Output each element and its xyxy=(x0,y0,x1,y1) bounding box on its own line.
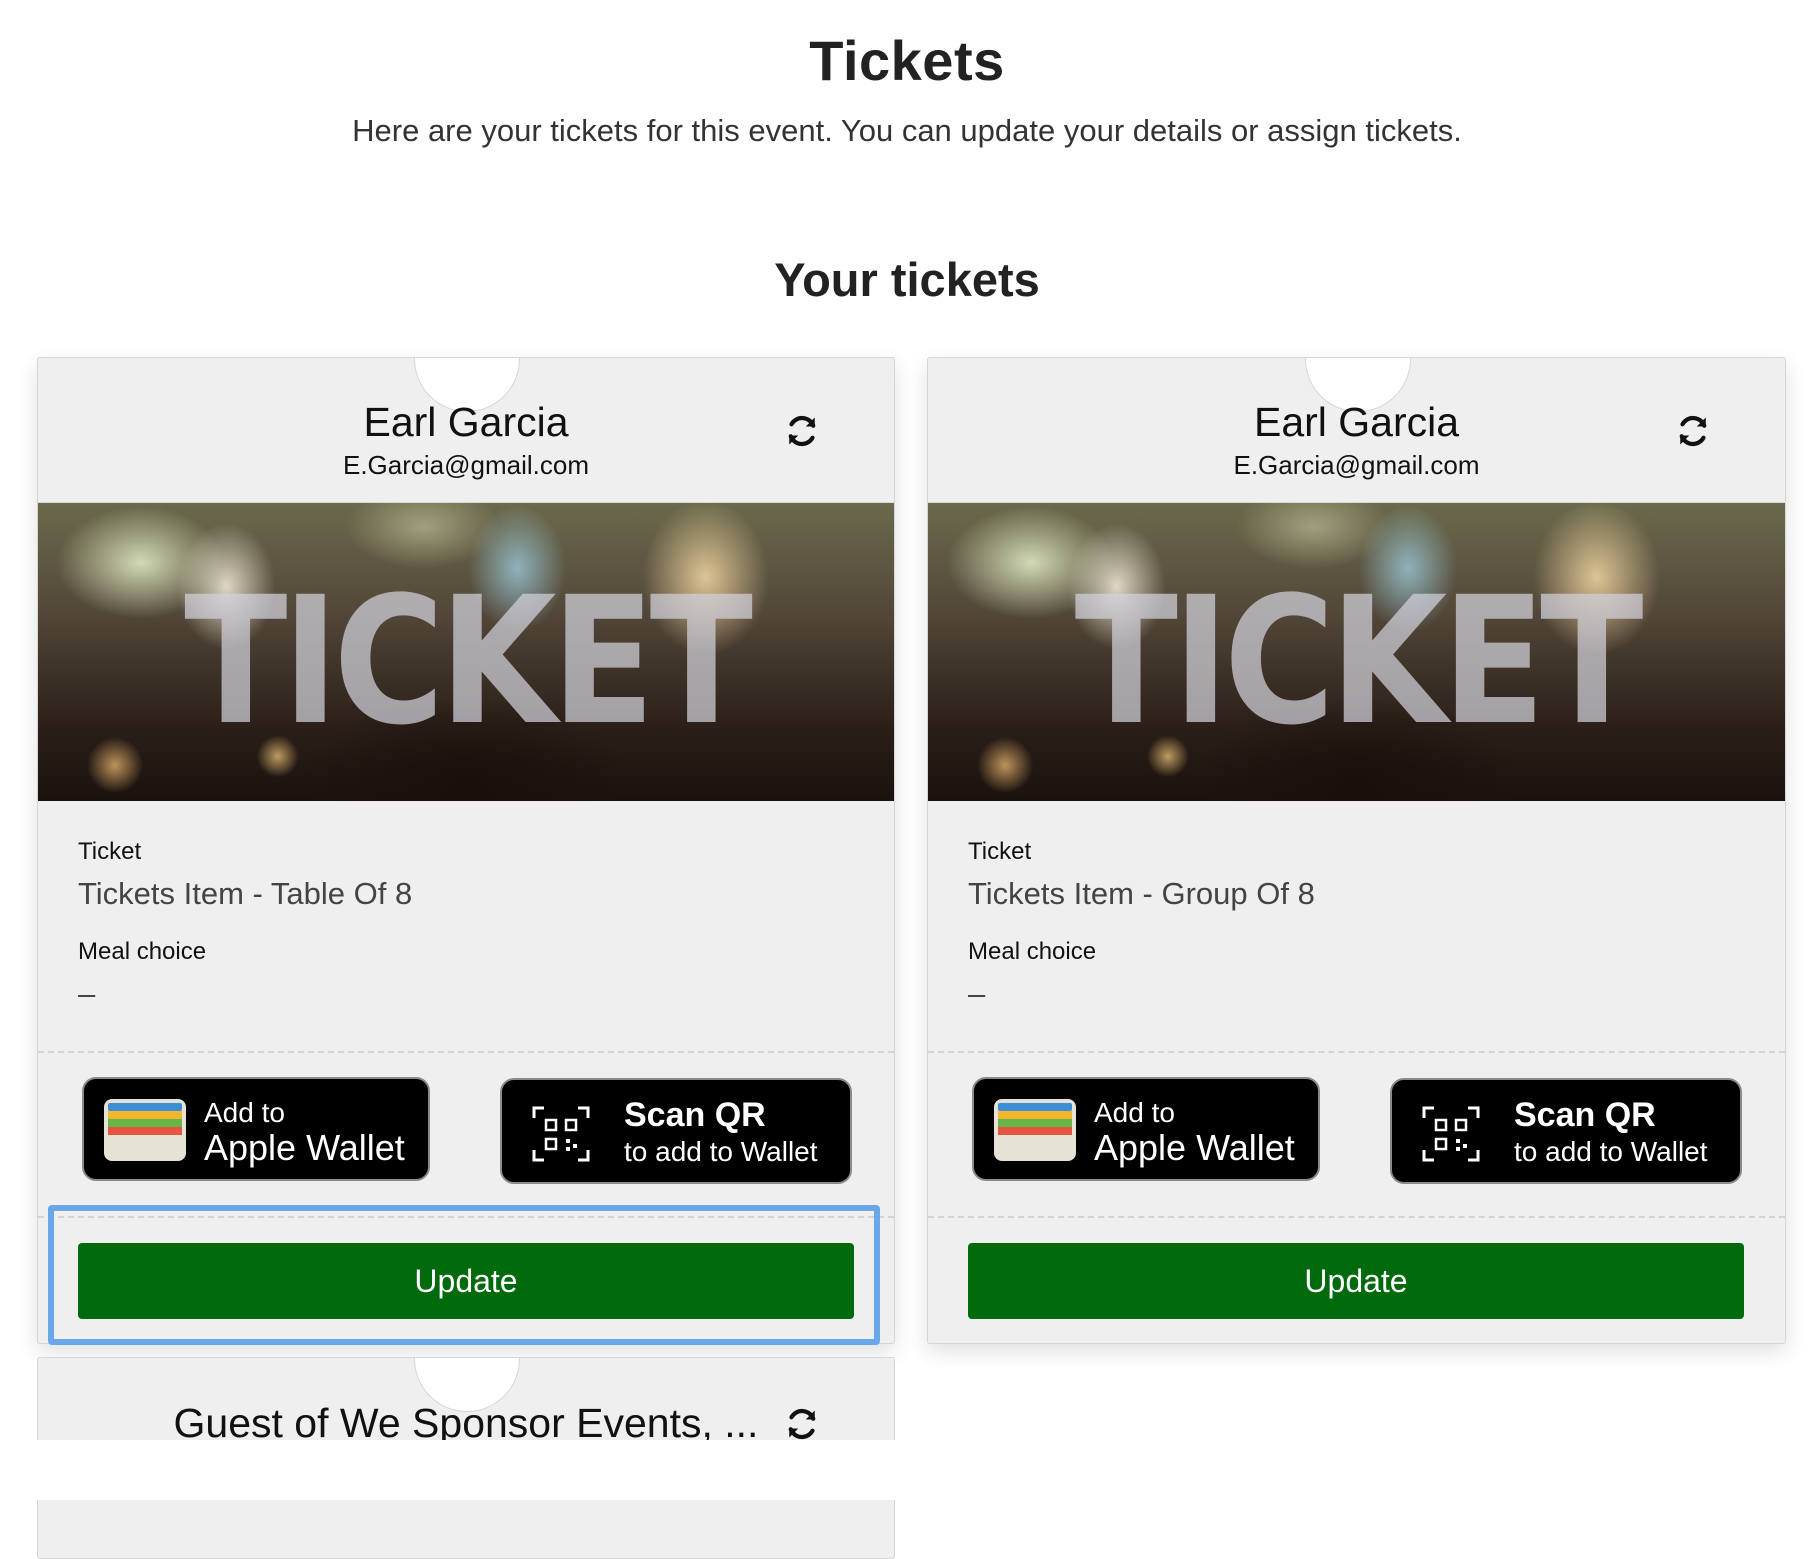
ticket-label: Ticket xyxy=(78,838,142,865)
scan-qr-line2: to add to Wallet xyxy=(1514,1136,1708,1167)
ticket-banner-image: TICKET xyxy=(928,503,1785,801)
scan-qr-line1: Scan QR xyxy=(1514,1096,1656,1134)
wallet-button-line1: Add to xyxy=(1094,1097,1175,1128)
scan-qr-line1: Scan QR xyxy=(624,1096,766,1134)
divider xyxy=(38,1051,894,1053)
ticket-header: Earl Garcia E.Garcia@gmail.com xyxy=(38,358,894,503)
section-title: Your tickets xyxy=(774,253,1040,306)
apple-wallet-icon xyxy=(104,1099,186,1161)
ticket-banner-image: TICKET xyxy=(38,503,894,801)
update-button[interactable]: Update xyxy=(968,1243,1744,1319)
ticket-header: Earl Garcia E.Garcia@gmail.com xyxy=(928,358,1785,503)
divider xyxy=(928,1216,1785,1218)
ticket-card: Earl Garcia E.Garcia@gmail.com TICKET Ti… xyxy=(927,357,1786,1344)
torn-edge xyxy=(0,1440,1814,1500)
meal-choice-label: Meal choice xyxy=(968,938,1097,965)
banner-ticket-text: TICKET xyxy=(184,559,753,764)
add-to-apple-wallet-button[interactable]: Add to Apple Wallet xyxy=(972,1077,1320,1181)
page-title: Tickets xyxy=(809,29,1005,92)
refresh-icon[interactable] xyxy=(1675,413,1711,449)
qr-code-icon xyxy=(1422,1106,1480,1162)
refresh-icon[interactable] xyxy=(784,413,820,449)
wallet-button-line2: Apple Wallet xyxy=(1094,1127,1295,1168)
scan-qr-button[interactable]: Scan QR to add to Wallet xyxy=(1390,1078,1742,1184)
ticket-value: Tickets Item - Table Of 8 xyxy=(78,876,413,911)
scan-qr-button[interactable]: Scan QR to add to Wallet xyxy=(500,1078,852,1184)
ticket-label: Ticket xyxy=(968,838,1032,865)
holder-name: Earl Garcia xyxy=(1253,399,1460,445)
refresh-icon[interactable] xyxy=(784,1406,820,1442)
holder-name: Earl Garcia xyxy=(363,399,569,445)
wallet-button-line2: Apple Wallet xyxy=(204,1127,405,1168)
page-subtitle: Here are your tickets for this event. Yo… xyxy=(352,113,1462,148)
holder-email: E.Garcia@gmail.com xyxy=(342,450,589,480)
ticket-value: Tickets Item - Group Of 8 xyxy=(968,876,1315,911)
meal-choice-value: – xyxy=(968,976,986,1011)
scan-qr-line2: to add to Wallet xyxy=(624,1136,818,1167)
wallet-button-line1: Add to xyxy=(204,1097,285,1128)
meal-choice-value: – xyxy=(78,976,96,1011)
add-to-apple-wallet-button[interactable]: Add to Apple Wallet xyxy=(82,1077,430,1181)
holder-email: E.Garcia@gmail.com xyxy=(1233,450,1480,480)
divider xyxy=(928,1051,1785,1053)
update-button-highlight xyxy=(48,1205,880,1345)
meal-choice-label: Meal choice xyxy=(78,938,207,965)
ticket-card: Earl Garcia E.Garcia@gmail.com TICKET Ti… xyxy=(37,357,895,1344)
qr-code-icon xyxy=(532,1106,590,1162)
apple-wallet-icon xyxy=(994,1099,1076,1161)
banner-ticket-text: TICKET xyxy=(1074,559,1644,764)
